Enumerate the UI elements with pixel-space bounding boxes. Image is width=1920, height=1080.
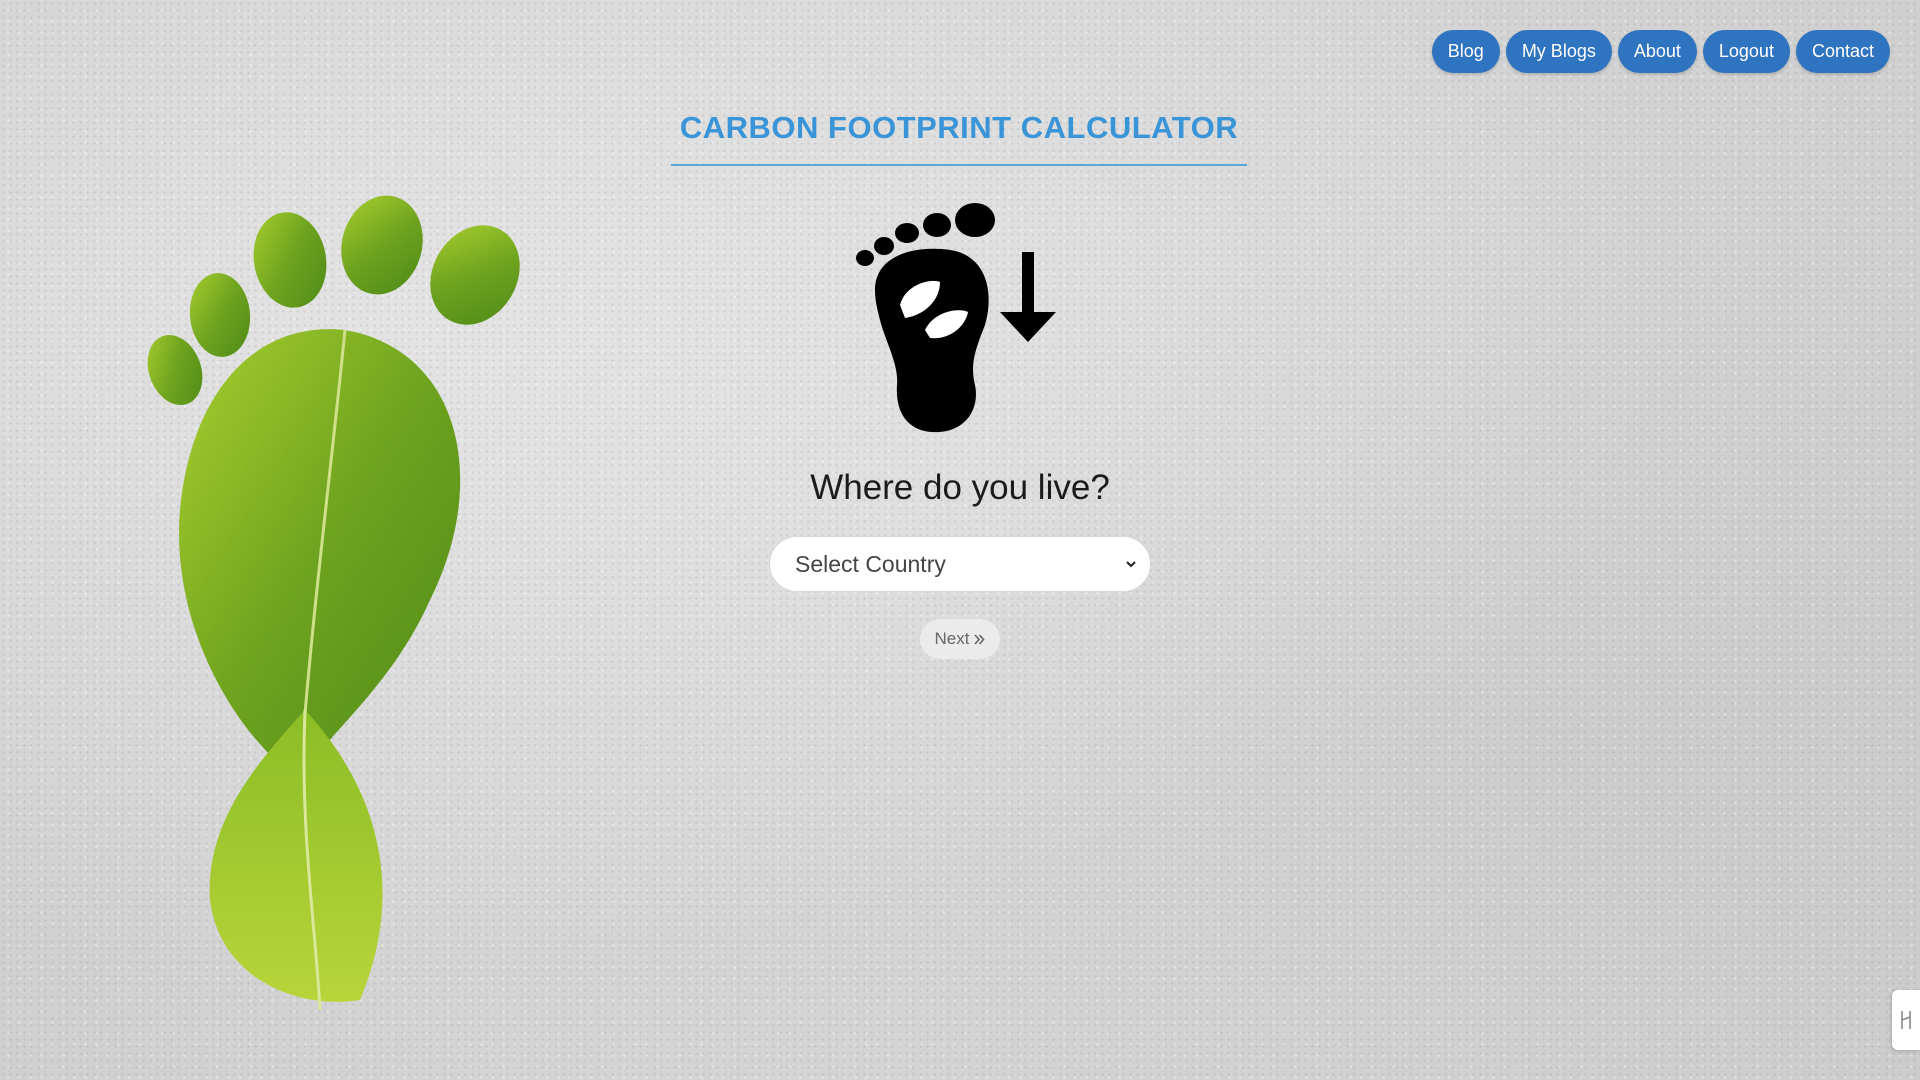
footprint-down-arrow-icon <box>856 203 1056 433</box>
nav-blog-button[interactable]: Blog <box>1431 30 1500 73</box>
nav-my-blogs-button[interactable]: My Blogs <box>1505 30 1612 73</box>
chevron-down-icon <box>1126 561 1136 568</box>
nav-contact-button[interactable]: Contact <box>1795 30 1890 73</box>
title-divider <box>671 164 1247 166</box>
top-nav: Blog My Blogs About Logout Contact <box>1431 30 1890 73</box>
next-button-label: Next <box>934 629 970 648</box>
next-button[interactable]: Next <box>920 619 1000 659</box>
country-select[interactable]: Select Country <box>769 536 1151 592</box>
page-title: CARBON FOOTPRINT CALCULATOR <box>679 110 1239 145</box>
leaf-footprint-image <box>147 195 520 1011</box>
nav-about-button[interactable]: About <box>1617 30 1697 73</box>
country-select-value: Select Country <box>795 550 946 577</box>
nav-logout-button[interactable]: Logout <box>1702 30 1790 73</box>
side-tab-icon <box>1901 1011 1911 1029</box>
side-feedback-tab[interactable] <box>1892 990 1920 1050</box>
double-chevron-right-icon <box>974 633 986 645</box>
country-question: Where do you live? <box>810 468 1110 507</box>
